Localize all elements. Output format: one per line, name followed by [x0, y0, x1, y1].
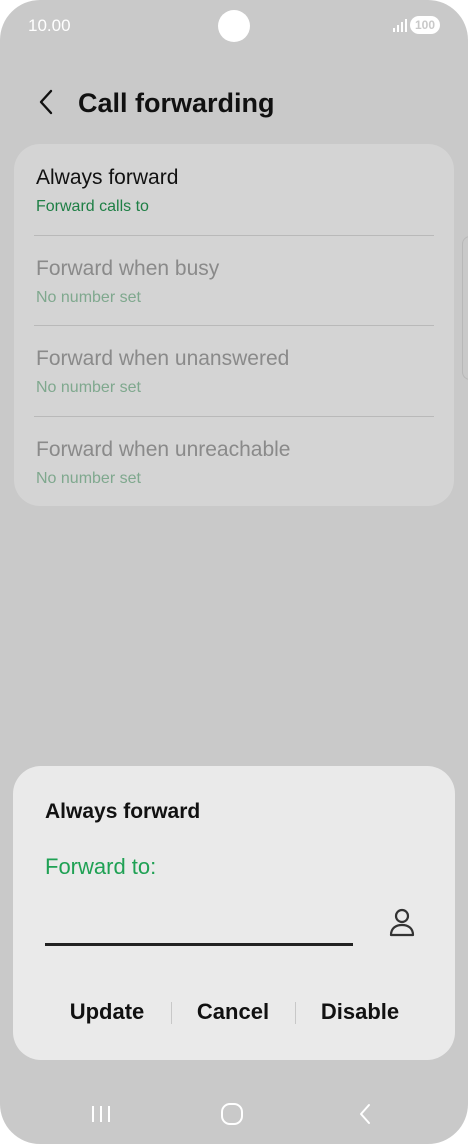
forward-number-input[interactable]	[45, 900, 353, 946]
option-subtitle: No number set	[36, 470, 141, 487]
back-icon	[360, 1104, 370, 1124]
scroll-indicator[interactable]	[462, 236, 468, 380]
phone-screen: 10.00 100 Call forwarding Always forward…	[0, 0, 468, 1144]
person-icon	[389, 908, 415, 937]
divider	[34, 325, 434, 326]
recent-apps-button[interactable]	[86, 1100, 116, 1128]
disable-button[interactable]: Disable	[295, 992, 425, 1032]
option-subtitle: Forward calls to	[36, 198, 149, 215]
option-title: Forward when busy	[36, 257, 220, 280]
dialog-actions: Update Cancel Disable	[13, 992, 455, 1032]
status-time: 10.00	[28, 16, 71, 35]
forwarding-options-card: Always forward Forward calls to Forward …	[14, 144, 454, 506]
forward-to-label: Forward to:	[45, 854, 157, 879]
home-button[interactable]	[217, 1100, 247, 1128]
option-subtitle: No number set	[36, 289, 141, 306]
camera-cutout	[218, 10, 250, 42]
dialog-title: Always forward	[45, 800, 201, 823]
recent-apps-icon	[92, 1106, 110, 1122]
signal-icon	[393, 19, 407, 32]
option-subtitle: No number set	[36, 379, 141, 396]
option-always-forward[interactable]: Always forward Forward calls to	[36, 164, 434, 218]
option-title: Always forward	[36, 166, 179, 189]
always-forward-dialog: Always forward Forward to: Update Cancel…	[13, 766, 455, 1060]
battery-icon: 100	[410, 16, 440, 34]
chevron-left-icon	[39, 89, 53, 115]
navigation-bar	[0, 1086, 468, 1144]
nav-back-button[interactable]	[350, 1100, 380, 1128]
divider	[34, 235, 434, 236]
page-title: Call forwarding	[78, 88, 275, 118]
contacts-button[interactable]	[387, 906, 417, 940]
update-button[interactable]: Update	[43, 992, 171, 1032]
home-icon	[221, 1103, 243, 1125]
option-forward-when-unreachable[interactable]: Forward when unreachable No number set	[36, 436, 434, 490]
divider	[34, 416, 434, 417]
cancel-button[interactable]: Cancel	[171, 992, 295, 1032]
option-title: Forward when unanswered	[36, 347, 290, 370]
option-forward-when-unanswered[interactable]: Forward when unanswered No number set	[36, 345, 434, 399]
option-forward-when-busy[interactable]: Forward when busy No number set	[36, 255, 434, 309]
option-title: Forward when unreachable	[36, 438, 291, 461]
back-button[interactable]	[30, 86, 62, 118]
